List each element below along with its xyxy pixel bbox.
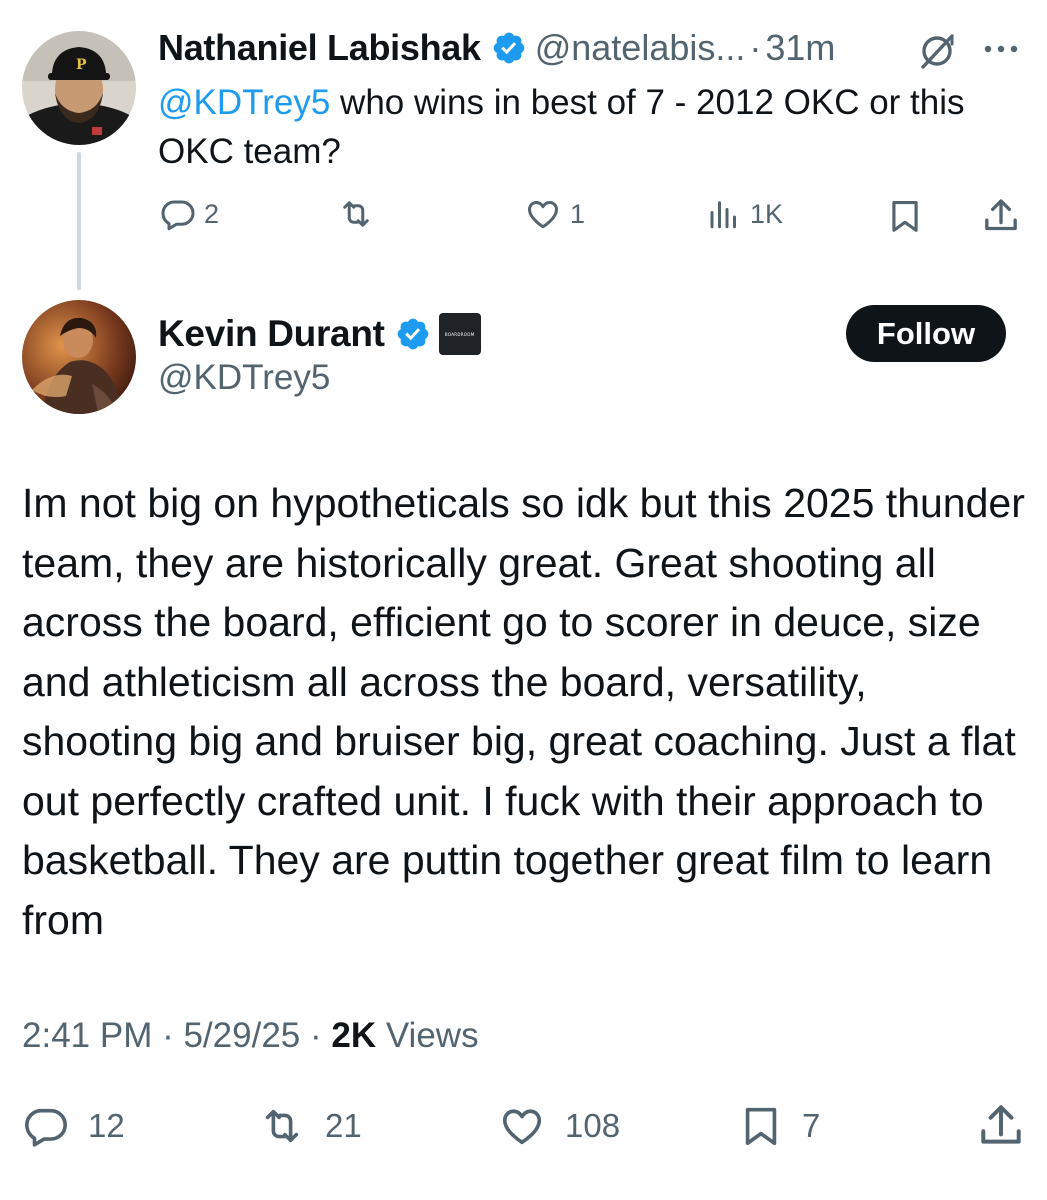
thread-line bbox=[77, 152, 81, 290]
parent-tweet-text: @KDTrey5 who wins in best of 7 - 2012 OK… bbox=[158, 78, 1008, 176]
reply-button[interactable]: 12 bbox=[22, 1103, 125, 1149]
bookmark-count: 7 bbox=[802, 1107, 821, 1144]
parent-like-button[interactable]: 1 bbox=[524, 196, 585, 232]
grok-icon[interactable] bbox=[914, 28, 960, 74]
more-icon[interactable] bbox=[980, 34, 1022, 64]
main-author-name[interactable]: Kevin Durant bbox=[158, 313, 385, 355]
parent-reply-button[interactable]: 2 bbox=[160, 196, 219, 232]
parent-views-count: 1K bbox=[750, 198, 784, 229]
meta-separator: · bbox=[300, 1016, 332, 1055]
repost-icon bbox=[343, 201, 369, 227]
tweet-meta: 2:41 PM · 5/29/25 · 2K Views bbox=[22, 1016, 479, 1056]
bookmark-button[interactable]: 7 bbox=[738, 1100, 820, 1152]
parent-header: Nathaniel Labishak @natelabis... · 31m bbox=[158, 24, 835, 72]
like-icon bbox=[502, 1109, 542, 1145]
parent-share-button[interactable] bbox=[981, 196, 1021, 236]
parent-author-name[interactable]: Nathaniel Labishak bbox=[158, 27, 481, 69]
verified-badge-icon bbox=[397, 318, 429, 350]
reply-icon bbox=[25, 1108, 67, 1147]
like-icon bbox=[528, 200, 558, 229]
views-icon bbox=[710, 201, 736, 229]
main-header: Kevin Durant BOARDROOM bbox=[158, 310, 481, 358]
share-icon bbox=[985, 199, 1017, 231]
share-icon bbox=[981, 1105, 1021, 1144]
affiliation-badge-label: BOARDROOM bbox=[444, 331, 475, 337]
parent-like-count: 1 bbox=[570, 198, 586, 229]
parent-bookmark-button[interactable] bbox=[886, 196, 924, 236]
repost-icon bbox=[265, 1109, 299, 1143]
repost-button[interactable]: 21 bbox=[257, 1103, 362, 1149]
share-button[interactable] bbox=[976, 1101, 1026, 1151]
separator-dot: · bbox=[749, 27, 762, 68]
repost-count: 21 bbox=[325, 1107, 362, 1144]
follow-button[interactable]: Follow bbox=[846, 305, 1006, 362]
parent-timestamp[interactable]: 31m bbox=[765, 27, 835, 69]
main-tweet-text: Im not big on hypotheticals so idk but t… bbox=[22, 480, 1025, 943]
bookmark-icon bbox=[745, 1107, 777, 1146]
mention-link[interactable]: @KDTrey5 bbox=[158, 83, 330, 122]
tweet-time[interactable]: 2:41 PM bbox=[22, 1016, 152, 1055]
like-button[interactable]: 108 bbox=[497, 1103, 620, 1149]
parent-repost-button[interactable] bbox=[337, 196, 383, 232]
main-author-handle[interactable]: @KDTrey5 bbox=[158, 358, 330, 398]
like-count: 108 bbox=[565, 1107, 621, 1144]
affiliation-badge[interactable]: BOARDROOM bbox=[438, 313, 481, 355]
views-label: Views bbox=[376, 1016, 479, 1055]
parent-reply-count: 2 bbox=[204, 198, 220, 229]
verified-badge-icon bbox=[493, 32, 525, 64]
reply-count: 12 bbox=[88, 1107, 125, 1144]
tweet-date[interactable]: 5/29/25 bbox=[183, 1016, 300, 1055]
main-avatar[interactable] bbox=[22, 300, 136, 414]
svg-text:P: P bbox=[76, 57, 87, 73]
parent-avatar[interactable]: P bbox=[22, 31, 136, 145]
parent-views-button[interactable]: 1K bbox=[706, 196, 783, 232]
bookmark-icon bbox=[892, 200, 918, 232]
parent-author-handle[interactable]: @natelabis... bbox=[535, 27, 746, 69]
reply-icon bbox=[161, 200, 195, 231]
views-count: 2K bbox=[331, 1016, 377, 1055]
meta-separator: · bbox=[152, 1016, 184, 1055]
